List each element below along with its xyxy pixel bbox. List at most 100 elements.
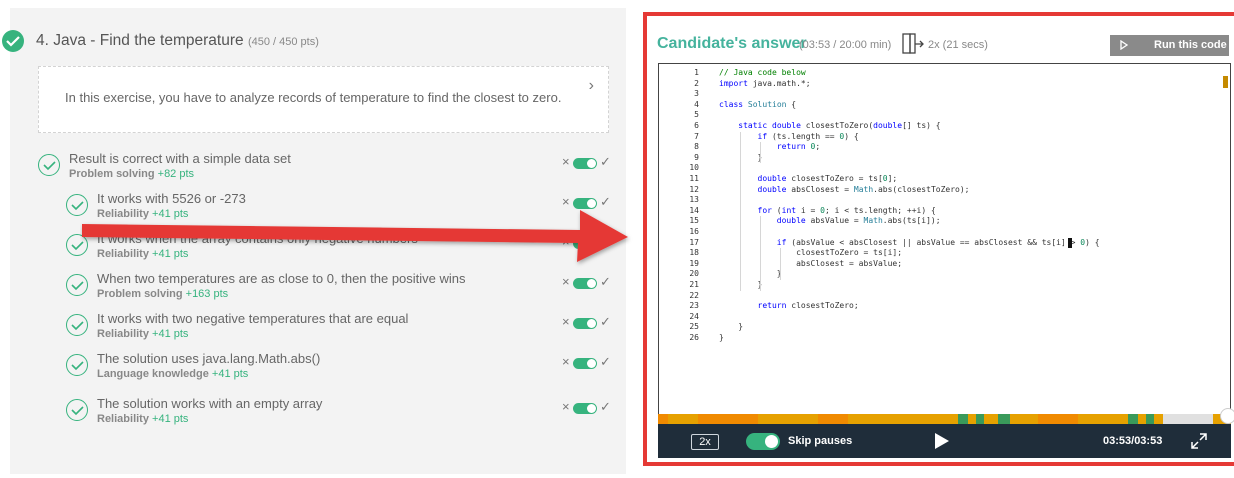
line-number: 8	[694, 142, 699, 152]
player-time: 03:53/03:53	[1103, 435, 1163, 447]
timeline-segment	[976, 414, 984, 424]
code-line: class Solution {	[719, 99, 797, 109]
chevron-right-icon[interactable]: ›	[589, 77, 594, 95]
speed-button[interactable]: 2x	[691, 434, 719, 450]
check-circle-icon	[38, 154, 60, 176]
accept-icon[interactable]: ✓	[600, 194, 611, 210]
timeline-segment	[1146, 414, 1154, 424]
check-circle-icon	[66, 314, 88, 336]
line-number: 7	[694, 131, 699, 141]
test-case-category-text: Problem solving	[69, 168, 155, 180]
accept-reject-toggle[interactable]: ×✓	[562, 154, 612, 171]
test-case-points: +41 pts	[152, 413, 189, 425]
reject-icon[interactable]: ×	[562, 354, 570, 369]
line-number: 15	[689, 216, 699, 226]
accept-icon[interactable]: ✓	[600, 314, 611, 330]
line-number: 9	[694, 152, 699, 162]
indent-guide	[780, 248, 781, 280]
expand-icon[interactable]	[1190, 432, 1208, 450]
line-number: 1	[694, 68, 699, 77]
editor-scrollbar-marker[interactable]	[1223, 76, 1228, 88]
test-case-title: It works with two negative temperatures …	[97, 311, 409, 326]
accept-reject-toggle[interactable]: ×✓	[562, 354, 612, 371]
reject-icon[interactable]: ×	[562, 314, 570, 329]
test-case-title: It works with 5526 or -273	[97, 191, 246, 206]
timeline-segment	[1163, 414, 1213, 424]
accept-reject-toggle[interactable]: ×✓	[562, 314, 612, 331]
answer-speed: 2x (21 secs)	[902, 33, 1022, 55]
toggle-switch[interactable]	[573, 158, 597, 169]
test-case-category: Reliability +41 pts	[97, 328, 188, 340]
line-number: 3	[694, 89, 699, 99]
line-number: 11	[689, 174, 699, 183]
line-number: 16	[689, 227, 699, 236]
accept-reject-toggle[interactable]: ×✓	[562, 399, 612, 416]
accept-reject-toggle[interactable]: ×✓	[562, 194, 612, 211]
replay-timeline[interactable]	[658, 408, 1234, 424]
code-editor[interactable]: 1 2 3 4 5 6 7 8 9 10 11 12 13 14 15 16 17 18 19 20 21 22 23 24 2…	[658, 63, 1231, 414]
answer-title: Candidate's answer	[657, 35, 807, 52]
test-case-category: Problem solving +82 pts	[69, 168, 194, 180]
code-line: closestToZero = ts[i];	[719, 248, 903, 258]
test-case-category-text: Reliability	[97, 328, 149, 340]
line-number: 19	[689, 258, 699, 268]
line-number: 24	[689, 311, 699, 321]
code-line: // Java code below	[719, 68, 806, 77]
line-number: 21	[689, 280, 699, 289]
code-line: }	[719, 269, 782, 279]
test-case-points: +41 pts	[152, 328, 189, 340]
code-line: for (int i = 0; i < ts.length; ++i) {	[757, 205, 936, 215]
line-number: 12	[689, 184, 699, 194]
indent-guide	[760, 142, 761, 164]
timeline-segment	[1128, 414, 1138, 424]
test-case-points: +163 pts	[185, 288, 229, 300]
test-case-row: The solution works with an empty array Re…	[66, 396, 636, 432]
question-description-box[interactable]: In this exercise, you have to analyze re…	[38, 66, 609, 133]
accept-icon[interactable]: ✓	[600, 354, 611, 370]
code-line: }	[719, 322, 744, 332]
reject-icon[interactable]: ×	[562, 399, 570, 414]
timeline-segment	[998, 414, 1010, 424]
skip-pauses-toggle[interactable]	[746, 433, 780, 450]
accept-icon[interactable]: ✓	[600, 154, 611, 170]
text-cursor	[1068, 237, 1072, 248]
line-number: 10	[689, 163, 699, 173]
indent-guide	[740, 131, 741, 291]
toggle-switch[interactable]	[573, 403, 597, 414]
replay-icon	[902, 33, 924, 54]
toggle-switch[interactable]	[573, 198, 597, 209]
question-title: 4. Java - Find the temperature (450 / 45…	[36, 32, 319, 50]
test-case-category: Reliability +41 pts	[97, 413, 188, 425]
test-case-title: Result is correct with a simple data set	[69, 151, 291, 166]
test-case-row: The solution uses java.lang.Math.abs() La…	[66, 351, 636, 387]
line-number: 22	[689, 290, 699, 300]
reject-icon[interactable]: ×	[562, 154, 570, 169]
play-icon	[1120, 40, 1128, 50]
replay-player-bar: 2x Skip pauses 03:53/03:53	[658, 424, 1231, 458]
red-arrow-icon	[82, 210, 628, 262]
reject-icon[interactable]: ×	[562, 194, 570, 209]
line-number: 5	[694, 110, 699, 120]
toggle-switch[interactable]	[573, 318, 597, 329]
test-case-points: +82 pts	[157, 168, 195, 180]
run-code-button[interactable]: Run this code	[1110, 35, 1229, 56]
test-case-category-text: Problem solving	[97, 288, 183, 300]
line-number: 25	[689, 322, 699, 332]
test-case-category: Problem solving +163 pts	[97, 288, 228, 300]
timeline-handle[interactable]	[1220, 408, 1234, 424]
run-code-label: Run this code	[1154, 39, 1227, 51]
answer-time: (03:53 / 20:00 min)	[799, 39, 892, 51]
check-circle-icon	[2, 30, 24, 52]
line-number: 4	[694, 99, 699, 109]
code-line: double absClosest = Math.abs(closestToZe…	[757, 184, 970, 194]
timeline-segment	[1038, 414, 1078, 424]
timeline-segment	[958, 414, 968, 424]
toggle-switch[interactable]	[573, 358, 597, 369]
test-case-title: The solution works with an empty array	[97, 396, 323, 411]
question-points: (450 / 450 pts)	[247, 36, 319, 48]
test-case-points: +41 pts	[211, 368, 249, 380]
question-title-text: 4. Java - Find the temperature	[36, 32, 244, 49]
accept-icon[interactable]: ✓	[600, 399, 611, 415]
play-icon[interactable]	[934, 432, 950, 450]
code-line: double absValue = Math.abs(ts[i]);	[776, 216, 941, 226]
